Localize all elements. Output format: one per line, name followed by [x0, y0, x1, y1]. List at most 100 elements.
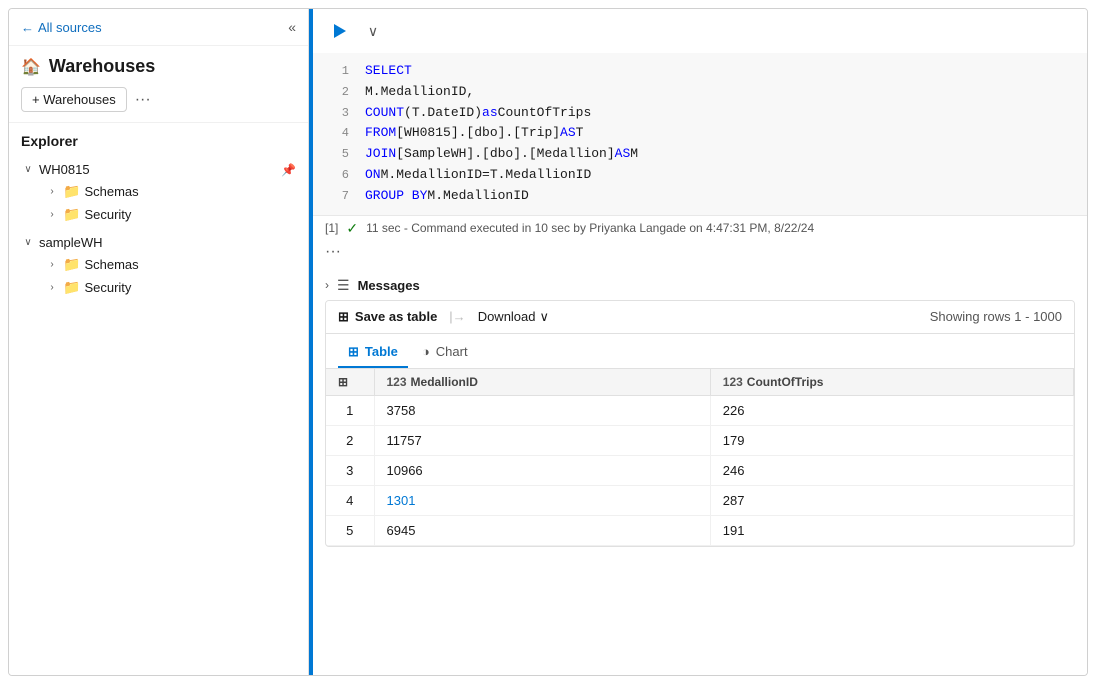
number-icon: 123 [723, 375, 743, 389]
code-line-4: 4 FROM [WH0815].[dbo].[Trip] AS T [313, 123, 1087, 144]
success-icon: ✓ [346, 220, 358, 237]
medallion-id-value[interactable]: 1301 [374, 485, 710, 515]
table-row: 3 10966 246 [326, 455, 1074, 485]
warehouses-title-row: 🏠 Warehouses [21, 56, 296, 77]
explorer-section: Explorer ∨ WH0815 📌 › 📁 Schemas › [9, 123, 308, 675]
tree-item-samplewh-security[interactable]: › 📁 Security [45, 276, 296, 299]
chevron-right-icon: › [45, 186, 59, 197]
count-value: 179 [710, 425, 1073, 455]
warehouses-icon: 🏠 [21, 57, 41, 77]
code-line-7: 7 GROUP BY M.MedallionID [313, 186, 1087, 207]
results-table-container: ⊞ Save as table |→ Download ∨ Showing ro… [325, 300, 1075, 547]
sidebar: ← All sources « 🏠 Warehouses + Warehouse… [9, 9, 309, 675]
schemas-label: Schemas [84, 257, 296, 272]
download-button[interactable]: Download ∨ [478, 309, 549, 325]
schemas-label: Schemas [84, 184, 296, 199]
toolbar-divider: |→ [449, 309, 465, 324]
results-panel: › ☰ Messages ⊞ Save as table |→ Downl [313, 263, 1087, 675]
row-num: 5 [326, 515, 374, 545]
tree-item-wh0815[interactable]: ∨ WH0815 📌 [21, 159, 296, 180]
query-toolbar: ∨ [313, 9, 1087, 53]
query-editor[interactable]: 1 SELECT 2 M.MedallionID, 3 COUNT(T.Date… [313, 53, 1087, 215]
status-text: 11 sec - Command executed in 10 sec by P… [366, 221, 814, 235]
back-label: All sources [38, 20, 102, 35]
tab-table[interactable]: ⊞ Table [338, 338, 408, 368]
code-line-5: 5 JOIN [SampleWH].[dbo].[Medallion] AS M [313, 144, 1087, 165]
code-line-3: 3 COUNT(T.DateID) as CountOfTrips [313, 103, 1087, 124]
medallion-id-value: 3758 [374, 395, 710, 425]
code-line-6: 6 ON M.MedallionID=T.MedallionID [313, 165, 1087, 186]
save-as-table-button[interactable]: ⊞ Save as table [338, 309, 437, 325]
wh-group-samplewh: ∨ sampleWH › 📁 Schemas › 📁 Security [21, 232, 296, 299]
folder-icon: 📁 [63, 279, 80, 296]
back-button[interactable]: ← All sources [21, 20, 280, 35]
query-status-bar: [1] ✓ 11 sec - Command executed in 10 se… [313, 215, 1087, 241]
chart-icon: ◑ [422, 344, 430, 359]
row-num: 1 [326, 395, 374, 425]
count-value: 287 [710, 485, 1073, 515]
tree-item-samplewh[interactable]: ∨ sampleWH [21, 232, 296, 253]
messages-icon: ☰ [337, 277, 350, 294]
tab-chart-label: Chart [436, 344, 468, 359]
run-dropdown-button[interactable]: ∨ [361, 17, 385, 45]
samplewh-children: › 📁 Schemas › 📁 Security [45, 253, 296, 299]
medallion-id-value: 11757 [374, 425, 710, 455]
editor-panel: ∨ 1 SELECT 2 M.MedallionID, 3 COUNT(T.Da… [313, 9, 1087, 675]
messages-row[interactable]: › ☰ Messages [325, 271, 1075, 300]
save-table-label: Save as table [355, 309, 437, 324]
data-table: ⊞ 123MedallionID 123CountOfTrips [326, 369, 1074, 546]
pin-icon: 📌 [281, 163, 296, 177]
table-grid-icon: ⊞ [338, 309, 349, 325]
row-num: 2 [326, 425, 374, 455]
count-value: 246 [710, 455, 1073, 485]
chevron-right-icon: › [325, 278, 329, 292]
chevron-down-icon: ∨ [540, 309, 550, 325]
chevron-right-icon: › [45, 259, 59, 270]
more-options-button[interactable]: ··· [135, 91, 151, 109]
medallion-id-value: 10966 [374, 455, 710, 485]
more-results-indicator: ··· [313, 241, 1087, 263]
chevron-down-icon: ∨ [21, 164, 35, 175]
wh0815-label: WH0815 [39, 162, 277, 177]
run-query-button[interactable] [325, 17, 353, 45]
count-value: 191 [710, 515, 1073, 545]
chevron-down-icon: ∨ [21, 237, 35, 248]
folder-icon: 📁 [63, 256, 80, 273]
security-label: Security [84, 280, 296, 295]
table-icon: ⊞ [348, 344, 359, 360]
chevron-right-icon: › [45, 282, 59, 293]
folder-icon: 📁 [63, 206, 80, 223]
grid-icon: ⊞ [338, 375, 348, 389]
warehouses-heading: Warehouses [49, 56, 155, 77]
warehouses-section: 🏠 Warehouses + Warehouses ··· [9, 46, 308, 123]
tree-item-samplewh-schemas[interactable]: › 📁 Schemas [45, 253, 296, 276]
download-label: Download [478, 309, 536, 324]
table-row: 2 11757 179 [326, 425, 1074, 455]
row-num: 3 [326, 455, 374, 485]
tab-chart[interactable]: ◑ Chart [412, 338, 478, 368]
tree-item-wh0815-schemas[interactable]: › 📁 Schemas [45, 180, 296, 203]
view-tabs: ⊞ Table ◑ Chart [326, 334, 1074, 369]
add-warehouse-button[interactable]: + Warehouses [21, 87, 127, 112]
col-header-count-of-trips: 123CountOfTrips [710, 369, 1073, 396]
count-value: 226 [710, 395, 1073, 425]
table-row: 1 3758 226 [326, 395, 1074, 425]
wh0815-children: › 📁 Schemas › 📁 Security [45, 180, 296, 226]
messages-label: Messages [358, 278, 420, 293]
code-line-2: 2 M.MedallionID, [313, 82, 1087, 103]
sidebar-header: ← All sources « [9, 9, 308, 46]
code-line-1: 1 SELECT [313, 61, 1087, 82]
number-icon: 123 [387, 375, 407, 389]
main-content: ∨ 1 SELECT 2 M.MedallionID, 3 COUNT(T.Da… [309, 9, 1087, 675]
chevron-right-icon: › [45, 209, 59, 220]
table-row: 4 1301 287 [326, 485, 1074, 515]
result-set-label: [1] [325, 221, 338, 235]
collapse-button[interactable]: « [288, 19, 296, 35]
row-num: 4 [326, 485, 374, 515]
wh-group-wh0815: ∨ WH0815 📌 › 📁 Schemas › 📁 Security [21, 159, 296, 226]
explorer-title: Explorer [21, 133, 296, 149]
warehouses-actions: + Warehouses ··· [21, 87, 296, 112]
col-header-row-num: ⊞ [326, 369, 374, 396]
tree-item-wh0815-security[interactable]: › 📁 Security [45, 203, 296, 226]
samplewh-label: sampleWH [39, 235, 296, 250]
